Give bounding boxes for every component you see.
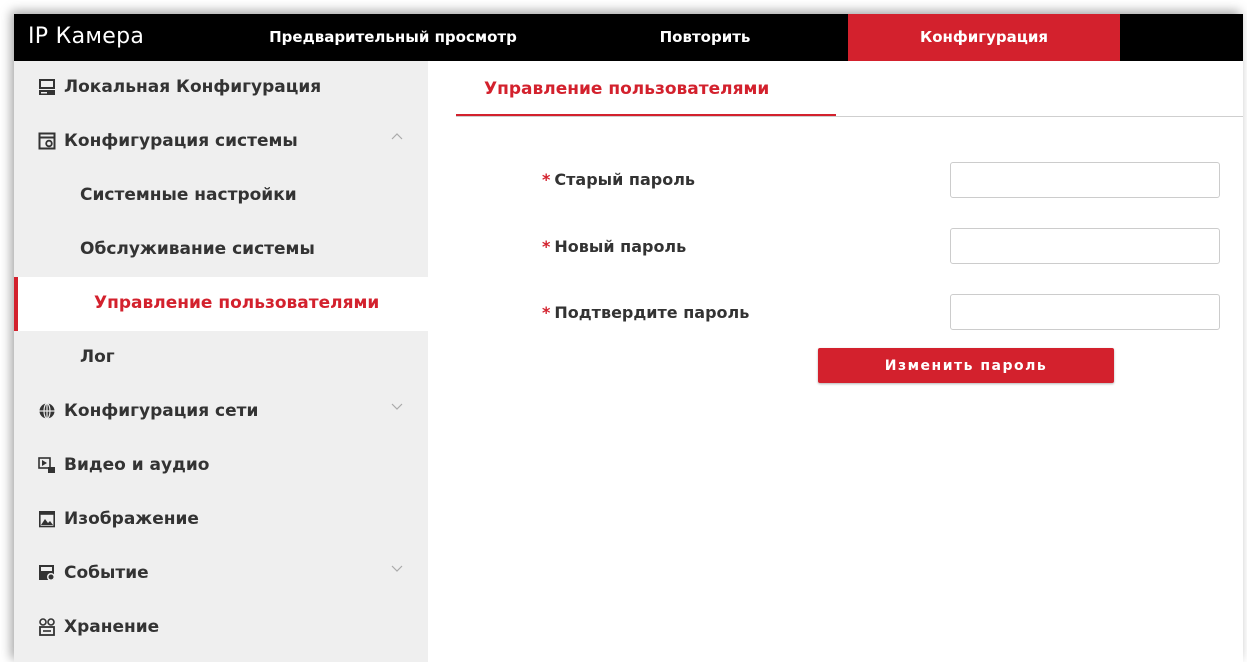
sidebar-item-label: Видео и аудио <box>64 455 210 475</box>
old-password-label: * Старый пароль <box>542 170 696 189</box>
sidebar-item-label: Изображение <box>64 509 199 529</box>
confirm-password-label: * Подтвердите пароль <box>542 303 750 322</box>
sidebar-item-local-config[interactable]: Локальная Конфигурация <box>14 61 428 115</box>
system-settings-icon <box>38 132 56 150</box>
sidebar-item-user-management[interactable]: Управление пользователями <box>14 277 428 331</box>
sidebar-item-label: Хранение <box>64 617 160 637</box>
sidebar-item-storage[interactable]: Хранение <box>14 601 428 655</box>
nav-tab-preview[interactable]: Предварительный просмотр <box>228 14 558 61</box>
nav-tab-configuration[interactable]: Конфигурация <box>848 14 1120 61</box>
sidebar-item-label: Системные настройки <box>80 185 297 205</box>
sidebar-item-system-settings[interactable]: Системные настройки <box>14 169 428 223</box>
app-title: IP Камера <box>28 24 145 49</box>
sidebar-item-video-audio[interactable]: Видео и аудио <box>14 439 428 493</box>
main-content: Управление пользователями * Старый пароль… <box>428 61 1243 662</box>
storage-icon <box>39 618 55 636</box>
nav-tab-playback[interactable]: Повторить <box>630 14 780 61</box>
image-icon <box>38 511 55 528</box>
new-password-label: * Новый пароль <box>542 237 687 256</box>
required-asterisk: * <box>542 303 551 322</box>
sidebar-item-log[interactable]: Лог <box>14 331 428 385</box>
monitor-icon <box>39 79 55 95</box>
chevron-down-icon <box>391 565 403 572</box>
sidebar-item-label: Конфигурация сети <box>64 401 259 421</box>
sidebar-item-label: Событие <box>64 563 149 583</box>
tab-divider <box>456 116 1243 117</box>
sidebar-item-label: Лог <box>80 347 115 367</box>
old-password-field[interactable] <box>950 162 1220 198</box>
chevron-down-icon <box>391 403 403 410</box>
change-password-button[interactable]: Изменить пароль <box>818 348 1114 383</box>
sidebar-item-label: Локальная Конфигурация <box>64 77 322 97</box>
active-indicator <box>14 277 18 331</box>
sidebar-item-label: Обслуживание системы <box>80 239 315 259</box>
required-asterisk: * <box>542 170 551 189</box>
sidebar-item-maintenance[interactable]: Обслуживание системы <box>14 223 428 277</box>
globe-icon <box>39 402 55 420</box>
required-asterisk: * <box>542 237 551 256</box>
new-password-field[interactable] <box>950 228 1220 264</box>
event-icon <box>39 565 55 581</box>
app-window: IP Камера Предварительный просмотр Повто… <box>14 14 1243 662</box>
top-nav-bar: IP Камера Предварительный просмотр Повто… <box>14 14 1243 61</box>
sidebar-item-label: Управление пользователями <box>94 293 380 313</box>
video-audio-icon <box>38 457 55 473</box>
sidebar-item-image[interactable]: Изображение <box>14 493 428 547</box>
sidebar-item-event[interactable]: Событие <box>14 547 428 601</box>
sidebar-item-network-config[interactable]: Конфигурация сети <box>14 385 428 439</box>
sidebar-item-system-config[interactable]: Конфигурация системы <box>14 115 428 169</box>
chevron-up-icon <box>391 133 403 140</box>
tab-label: Управление пользователями <box>484 79 770 99</box>
tab-user-management[interactable]: Управление пользователями <box>456 61 836 117</box>
sidebar-item-label: Конфигурация системы <box>64 131 298 151</box>
sidebar: Локальная Конфигурация Конфигурация сист… <box>14 61 428 662</box>
confirm-password-field[interactable] <box>950 294 1220 330</box>
